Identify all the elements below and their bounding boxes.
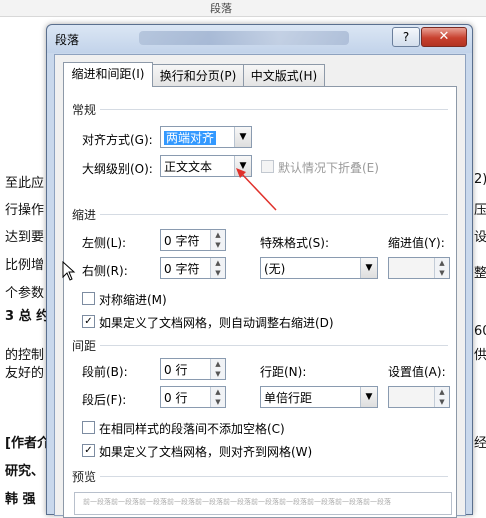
dialog-title: 段落 <box>55 33 80 47</box>
document-line-tail: 压 <box>474 203 486 218</box>
preview-section-header: 预览 <box>72 470 97 484</box>
document-line: 友好的 <box>5 366 45 381</box>
document-line-tail: 设 <box>474 230 486 245</box>
help-button[interactable]: ? <box>392 27 420 47</box>
chevron-down-icon[interactable]: ▼ <box>234 127 251 147</box>
indent-by-spinner[interactable]: ▲ ▼ <box>388 257 450 279</box>
spin-down-icon[interactable]: ▼ <box>211 397 225 407</box>
mirror-indents-checkbox[interactable] <box>82 292 95 305</box>
document-line: [作者介 <box>5 436 50 451</box>
spin-up-icon[interactable]: ▲ <box>211 258 225 268</box>
document-line: 达到要 <box>5 230 45 245</box>
divider <box>100 214 448 215</box>
special-indent-select[interactable]: (无) ▼ <box>260 257 378 279</box>
spin-down-icon[interactable]: ▼ <box>211 240 225 250</box>
chevron-down-icon[interactable]: ▼ <box>360 387 377 407</box>
right-indent-spinner[interactable]: 0 字符 ▲ ▼ <box>160 257 226 279</box>
mirror-indents-label: 对称缩进(M) <box>99 293 167 307</box>
space-before-label: 段前(B): <box>82 365 128 379</box>
special-indent-value: (无) <box>264 262 286 276</box>
line-spacing-value: 单倍行距 <box>264 391 313 405</box>
snap-to-grid-label: 如果定义了文档网格，则对齐到网格(W) <box>99 445 313 459</box>
spin-down-icon[interactable]: ▼ <box>435 397 449 407</box>
mouse-cursor-icon <box>62 261 76 281</box>
left-indent-spinner[interactable]: 0 字符 ▲ ▼ <box>160 229 226 251</box>
document-line: 研究、 <box>5 464 45 479</box>
outline-level-select[interactable]: 正文文本 ▼ <box>160 155 252 177</box>
document-line-tail: 经 <box>474 436 486 451</box>
document-line-tail: 供 <box>474 348 486 363</box>
close-button[interactable]: ✕ <box>421 27 467 47</box>
snap-to-grid-checkbox[interactable]: ✓ <box>82 444 95 457</box>
tab-asian-typography[interactable]: 中文版式(H) <box>243 64 325 87</box>
dialog-client-area: 缩进和间距(I) 换行和分页(P) 中文版式(H) 常规 对齐方式(G): 两端… <box>54 54 466 518</box>
no-space-same-style-checkbox[interactable] <box>82 421 95 434</box>
special-indent-label: 特殊格式(S): <box>260 236 330 250</box>
blurred-background-title <box>139 31 349 45</box>
document-line: 韩 强 <box>5 492 36 507</box>
right-indent-value: 0 字符 <box>164 262 200 276</box>
paragraph-dialog: 段落 ? ✕ 缩进和间距(I) 换行和分页(P) 中文版式(H) 常规 对齐方式… <box>46 24 473 518</box>
no-space-same-style-label: 在相同样式的段落间不添加空格(C) <box>99 422 285 436</box>
document-line: 3 总 约 <box>5 309 50 324</box>
alignment-value: 两端对齐 <box>164 131 217 145</box>
ribbon-group-label: 段落 <box>210 2 232 15</box>
space-after-value: 0 行 <box>164 391 188 405</box>
spin-down-icon[interactable]: ▼ <box>211 268 225 278</box>
spin-up-icon[interactable]: ▲ <box>435 387 449 397</box>
document-line: 的控制 <box>5 348 45 363</box>
space-after-spinner[interactable]: 0 行 ▲ ▼ <box>160 386 226 408</box>
collapse-checkbox[interactable] <box>261 160 274 173</box>
spacing-at-label: 设置值(A): <box>388 365 446 379</box>
outline-level-value: 正文文本 <box>164 160 213 174</box>
spin-down-icon[interactable]: ▼ <box>435 268 449 278</box>
dialog-titlebar[interactable]: 段落 ? ✕ <box>47 25 472 53</box>
alignment-label: 对齐方式(G): <box>82 133 153 147</box>
spin-up-icon[interactable]: ▲ <box>211 230 225 240</box>
tab-panel: 常规 对齐方式(G): 两端对齐 ▼ 大纲级别(O): 正文文本 ▼ 默认情况下… <box>63 86 457 518</box>
outline-level-label: 大纲级别(O): <box>82 162 153 176</box>
left-indent-value: 0 字符 <box>164 234 200 248</box>
spin-down-icon[interactable]: ▼ <box>211 369 225 379</box>
document-line: 个参数 <box>5 286 45 301</box>
divider <box>100 345 448 346</box>
spin-up-icon[interactable]: ▲ <box>211 387 225 397</box>
ribbon-bar: 段落 <box>0 0 486 17</box>
document-line-tail: 60 <box>474 324 486 339</box>
spacing-at-spinner[interactable]: ▲ ▼ <box>388 386 450 408</box>
indent-section-header: 缩进 <box>72 208 97 222</box>
left-indent-label: 左侧(L): <box>82 236 127 250</box>
chevron-down-icon[interactable]: ▼ <box>234 156 251 176</box>
preview-sample-text: 前一段落前一段落前一段落前一段落前一段落前一段落前一段落前一段落前一段落前一段落… <box>83 498 391 506</box>
space-before-value: 0 行 <box>164 363 188 377</box>
document-line-tail: 2) <box>474 172 486 187</box>
document-line: 比例增 <box>5 258 45 273</box>
chevron-down-icon[interactable]: ▼ <box>360 258 377 278</box>
spin-up-icon[interactable]: ▲ <box>435 258 449 268</box>
tab-line-page-breaks[interactable]: 换行和分页(P) <box>152 64 244 87</box>
document-line: 行操作 <box>5 203 45 218</box>
document-line-tail: 整 <box>474 266 486 281</box>
collapse-label: 默认情况下折叠(E) <box>278 161 379 175</box>
space-before-spinner[interactable]: 0 行 ▲ ▼ <box>160 358 226 380</box>
preview-box: 前一段落前一段落前一段落前一段落前一段落前一段落前一段落前一段落前一段落前一段落… <box>74 492 452 515</box>
tab-indents-spacing[interactable]: 缩进和间距(I) <box>63 62 153 87</box>
line-spacing-select[interactable]: 单倍行距 ▼ <box>260 386 378 408</box>
auto-adjust-indent-label: 如果定义了文档网格，则自动调整右缩进(D) <box>99 316 334 330</box>
divider <box>100 109 448 110</box>
space-after-label: 段后(F): <box>82 393 127 407</box>
divider <box>100 476 448 477</box>
indent-by-label: 缩进值(Y): <box>388 236 445 250</box>
alignment-select[interactable]: 两端对齐 ▼ <box>160 126 252 148</box>
spin-up-icon[interactable]: ▲ <box>211 359 225 369</box>
auto-adjust-indent-checkbox[interactable]: ✓ <box>82 315 95 328</box>
line-spacing-label: 行距(N): <box>260 365 307 379</box>
spacing-section-header: 间距 <box>72 339 97 353</box>
general-section-header: 常规 <box>72 103 97 117</box>
right-indent-label: 右侧(R): <box>82 264 128 278</box>
document-line: 至此应 <box>5 176 45 191</box>
